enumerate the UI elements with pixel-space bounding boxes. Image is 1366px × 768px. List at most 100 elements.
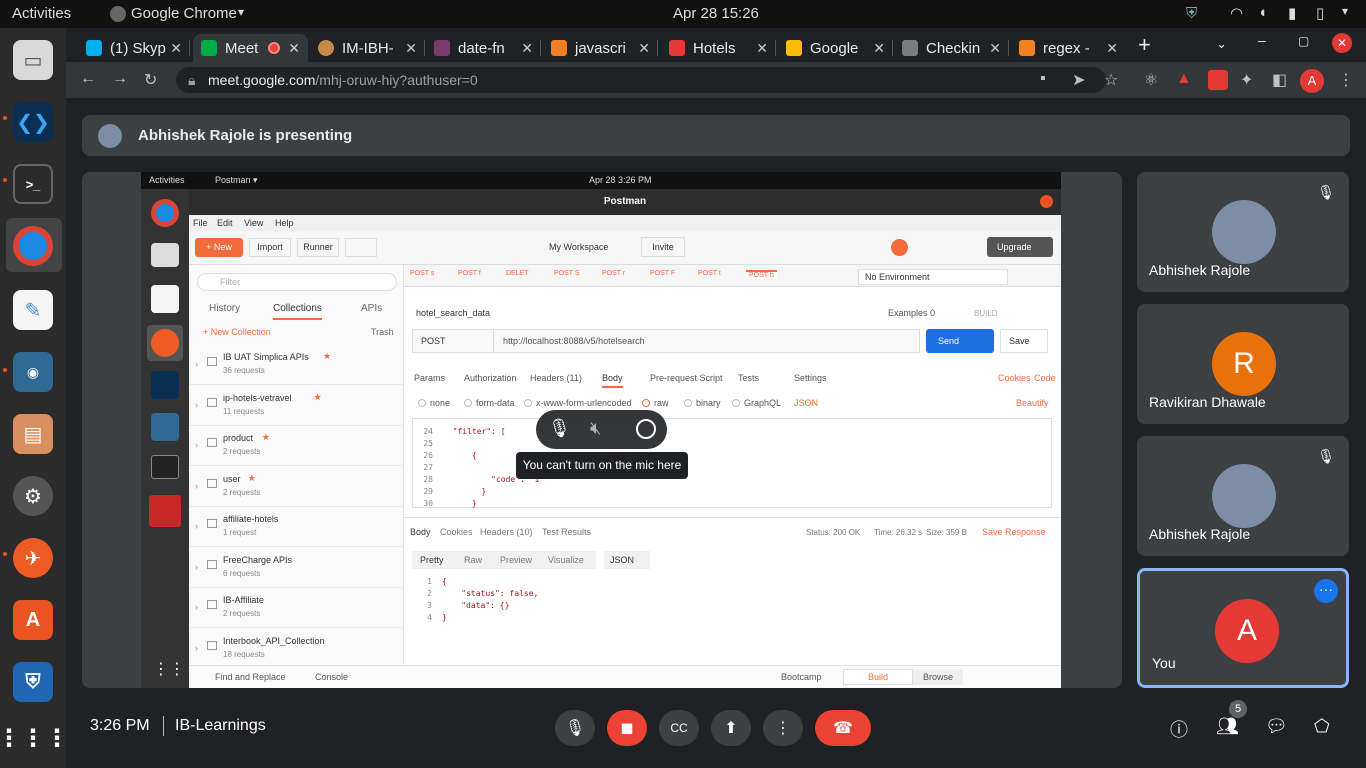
more-icon[interactable]: ··· — [1314, 579, 1338, 603]
collection-item: › Interbook_API_Collection 18 requests — [189, 629, 404, 669]
show-apps-icon[interactable]: ⋮⋮⋮ — [0, 718, 69, 758]
people-icon[interactable]: 👥︎ — [1216, 716, 1239, 737]
more-options-button[interactable]: ⋮ — [763, 710, 803, 746]
participant-name: Abhishek Rajole — [1149, 526, 1251, 542]
volume-icon[interactable]: ◖ — [1258, 4, 1267, 21]
battery-icon[interactable]: ▯ — [1316, 4, 1324, 22]
extension-off-icon[interactable] — [1208, 70, 1228, 90]
close-icon[interactable]: ✕ — [873, 40, 885, 57]
participant-tile[interactable]: A You ··· — [1137, 568, 1349, 688]
mic-icon[interactable]: ▮ — [1288, 4, 1296, 22]
body-type-label: none — [430, 398, 451, 408]
profile-avatar[interactable]: A — [1300, 69, 1324, 93]
tab-google[interactable]: Google ✕ — [778, 34, 893, 62]
tab-hotels[interactable]: Hotels ✕ — [661, 34, 776, 62]
tab-meet[interactable]: Meet ✕ — [193, 34, 308, 62]
system-clock[interactable]: Apr 28 15:26 — [673, 5, 759, 22]
camera-off-button[interactable]: ◼ — [607, 710, 647, 746]
folder-icon — [207, 357, 217, 366]
star-icon: ★ — [247, 472, 256, 483]
radio-icon — [642, 399, 650, 407]
chrome-dock-icon[interactable] — [13, 226, 53, 266]
code-line: { — [442, 577, 447, 586]
extension-a-icon[interactable]: ▲ — [1176, 70, 1192, 88]
camera-blocked-icon[interactable]: ▪ — [1040, 70, 1046, 88]
shield-icon[interactable]: ⛨ — [1186, 5, 1197, 22]
participant-tile[interactable]: Abhishek Rajole 🎙︎ — [1137, 172, 1349, 292]
close-icon[interactable]: ✕ — [288, 40, 300, 57]
app-menu[interactable]: Google Chrome — [131, 5, 237, 22]
settings-icon[interactable]: ⚙ — [13, 476, 53, 516]
leave-call-button[interactable]: ☎ — [815, 710, 871, 746]
participant-tile[interactable]: Abhishek Rajole 🎙︎ — [1137, 436, 1349, 556]
close-icon[interactable]: ✕ — [521, 40, 533, 57]
terminal-icon[interactable]: >_ — [13, 164, 53, 204]
volume-off-icon[interactable]: 🔇︎ — [590, 418, 601, 439]
files-icon[interactable]: ▭ — [13, 40, 53, 80]
send-icon[interactable]: ➤ — [1072, 70, 1085, 90]
power-menu-icon[interactable]: ▾ — [1342, 4, 1348, 18]
recording-icon — [268, 42, 281, 54]
new-tab-button[interactable]: + — [1138, 32, 1151, 58]
tab-checkin[interactable]: Checkin ✕ — [894, 34, 1009, 62]
send-button: Send — [926, 329, 994, 353]
meeting-name[interactable]: IB-Learnings — [175, 717, 266, 735]
chat-icon[interactable]: 💬︎ — [1265, 716, 1288, 737]
tab-javascript[interactable]: javascri ✕ — [543, 34, 658, 62]
close-icon[interactable]: ✕ — [1106, 40, 1118, 57]
bookmark-star-icon[interactable]: ☆ — [1104, 70, 1118, 90]
new-button: + New — [195, 238, 243, 257]
param-tab: Body — [602, 373, 623, 388]
forward-icon[interactable]: → — [112, 70, 128, 88]
archive-icon[interactable]: ▤ — [13, 414, 53, 454]
captions-button[interactable]: CC — [659, 710, 699, 746]
close-icon[interactable]: ✕ — [989, 40, 1001, 57]
checkin-icon — [902, 40, 918, 56]
side-panel-icon[interactable]: ◧ — [1272, 70, 1287, 90]
mic-button[interactable]: 🎙︎ — [555, 710, 595, 746]
info-icon[interactable]: ⓘ — [1170, 716, 1188, 742]
puzzle-icon[interactable]: ✦ — [1240, 70, 1253, 90]
close-icon[interactable]: ✕ — [638, 40, 650, 57]
mic-off-icon[interactable]: 🎙︎ — [548, 418, 571, 439]
hotels-icon — [669, 40, 685, 56]
extension-react-icon[interactable]: ⚛ — [1144, 70, 1158, 90]
close-window-button[interactable]: ✕ — [1332, 33, 1352, 53]
close-icon[interactable]: ✕ — [756, 40, 768, 57]
tab-regex[interactable]: regex - ✕ — [1011, 34, 1126, 62]
address-bar[interactable]: 🔒︎ meet.google.com/mhj-oruw-hiy?authuser… — [176, 67, 1106, 93]
chrome-menu-icon[interactable]: ⋮ — [1338, 70, 1354, 90]
participant-tile[interactable]: R Ravikiran Dhawale — [1137, 304, 1349, 424]
activities-button[interactable]: Activities — [12, 5, 71, 22]
collection-count: 2 requests — [223, 609, 261, 618]
param-tab: Params — [414, 373, 446, 383]
software-center-icon[interactable]: A — [13, 600, 53, 640]
tab-search-icon[interactable]: ⌄ — [1216, 36, 1227, 52]
folder-icon — [207, 397, 217, 407]
mysql-workbench-icon[interactable]: ◉ — [13, 352, 53, 392]
text-editor-icon[interactable]: ✎ — [13, 290, 53, 330]
postman-icon[interactable]: ✈ — [13, 538, 53, 578]
wifi-icon[interactable]: ◠ — [1230, 4, 1243, 22]
code-line: } — [442, 613, 447, 622]
request-name: hotel_search_data — [416, 308, 491, 318]
close-icon[interactable]: ✕ — [405, 40, 417, 57]
vpn-icon[interactable]: ⛨ — [13, 662, 53, 702]
line-number: 4 — [427, 613, 432, 622]
tab-im-ibh[interactable]: IM-IBH- ✕ — [310, 34, 425, 62]
tab-date-fns[interactable]: date-fn ✕ — [426, 34, 541, 62]
text-editor-icon — [151, 285, 179, 313]
line-number: 26 — [423, 451, 433, 460]
close-icon[interactable]: ✕ — [170, 40, 182, 57]
postman-header: + New Import Runner My Workspace Invite … — [189, 231, 1061, 265]
minus-circle-icon[interactable] — [636, 419, 656, 439]
reload-icon[interactable]: ↻ — [144, 70, 157, 90]
chrome-icon — [151, 199, 179, 227]
activities-icon[interactable]: ⬠ — [1314, 716, 1330, 737]
minimize-button[interactable]: – — [1258, 32, 1266, 48]
present-button[interactable]: ⬆ — [711, 710, 751, 746]
maximize-button[interactable]: ▢ — [1298, 34, 1309, 48]
vscode-icon[interactable]: ❮❯ — [13, 102, 53, 142]
back-icon[interactable]: ← — [80, 70, 96, 88]
tab-skype[interactable]: (1) Skyp ✕ — [78, 34, 190, 62]
